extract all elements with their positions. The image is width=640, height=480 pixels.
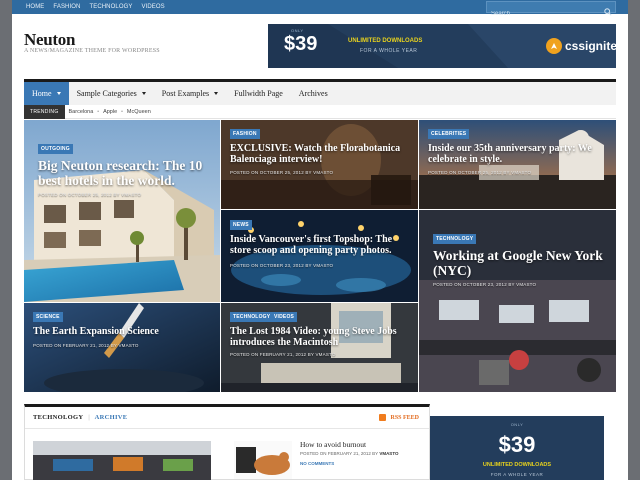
featured-tile[interactable]: TECHNOLOGY VIDEOS The Lost 1984 Video: y…: [221, 303, 418, 392]
post-title[interactable]: Working at Google New York (NYC): [433, 248, 609, 278]
site-tagline: A NEWS/MAGAZINE THEME FOR WORDPRESS: [24, 48, 160, 54]
post-title[interactable]: EXCLUSIVE: Watch the Florabotanica Balen…: [230, 143, 414, 165]
trending-separator: •: [97, 108, 100, 115]
top-nav-fashion[interactable]: FASHION: [53, 0, 80, 14]
banner-downloads: UNLIMITED DOWNLOADS: [348, 38, 423, 44]
post-thumbnail[interactable]: [234, 441, 292, 479]
post-title[interactable]: Inside our 35th anniversary party: We ce…: [428, 143, 612, 165]
post-meta: POSTED ON FEBRUARY 21, 2012 BY VMASTO: [300, 451, 398, 456]
trending-bar: TRENDING Barcelona • Apple • McQueen: [24, 104, 616, 119]
nav-item-label: Archives: [298, 89, 328, 98]
ad-price: $39: [498, 432, 536, 457]
post-title[interactable]: How to avoid burnout: [300, 440, 366, 449]
category-badge[interactable]: OUTGOING: [38, 144, 73, 154]
search-box: [486, 1, 616, 19]
post-title[interactable]: Big Neuton research: The 10 best hotels …: [38, 158, 214, 188]
nav-item-label: Home: [32, 89, 52, 98]
rss-icon: [379, 414, 387, 421]
nav-item-fullwidth-page[interactable]: Fullwidth Page: [226, 82, 291, 105]
featured-tile[interactable]: TECHNOLOGY Working at Google New York (N…: [419, 210, 616, 392]
featured-grid: OUTGOING Big Neuton research: The 10 bes…: [24, 120, 616, 392]
nav-item-label: Post Examples: [161, 89, 210, 98]
site-logo[interactable]: Neuton: [24, 30, 75, 50]
banner-price: $39: [284, 33, 318, 55]
top-bar: HOME FASHION TECHNOLOGY VIDEOS: [12, 0, 628, 19]
trending-label: TRENDING: [24, 104, 65, 119]
post-thumbnail[interactable]: [33, 441, 211, 480]
top-nav-home[interactable]: HOME: [26, 0, 44, 14]
office-photo: [33, 441, 211, 480]
top-nav-technology[interactable]: TECHNOLOGY: [89, 0, 132, 14]
section-separator: |: [88, 414, 90, 421]
rocket-icon: [546, 38, 562, 54]
post-title[interactable]: The Earth Expansion Science: [33, 326, 217, 337]
nav-item-label: Fullwidth Page: [234, 89, 283, 98]
page: HOME FASHION TECHNOLOGY VIDEOS Neuton A …: [12, 0, 628, 480]
technology-section: TECHNOLOGY | ARCHIVE RSS FEED How to avo…: [24, 404, 430, 480]
category-badge[interactable]: NEWS: [230, 220, 252, 230]
top-nav-videos[interactable]: VIDEOS: [141, 0, 164, 14]
rss-feed-link[interactable]: RSS FEED: [379, 414, 419, 421]
trending-tag[interactable]: Apple: [103, 109, 117, 115]
trending-separator: •: [121, 108, 123, 115]
ad-downloads: UNLIMITED DOWNLOADS: [482, 462, 552, 468]
top-nav: HOME FASHION TECHNOLOGY VIDEOS: [26, 0, 174, 14]
banner-period: FOR A WHOLE YEAR: [360, 48, 418, 54]
category-badge[interactable]: FASHION: [230, 129, 260, 139]
post-meta: POSTED ON FEBRUARY 21, 2012 BY VMASTO: [33, 343, 139, 348]
featured-tile[interactable]: CELEBRITIES Inside our 35th anniversary …: [419, 120, 616, 209]
banner-brand: cssigniter: [546, 38, 616, 54]
post-meta-date: POSTED ON FEBRUARY 21, 2012 BY: [300, 451, 379, 456]
post-meta: POSTED ON OCTOBER 25, 2012 BY VMASTO: [38, 192, 142, 197]
search-input[interactable]: [487, 9, 597, 19]
post-title[interactable]: Inside Vancouver's first Topshop: The st…: [230, 234, 414, 256]
post-meta: POSTED ON OCTOBER 25, 2012 BY VMASTO: [428, 170, 532, 175]
trending-tag[interactable]: McQueen: [127, 109, 151, 115]
sidebar-ad-banner[interactable]: ONLY $39 UNLIMITED DOWNLOADS FOR A WHOLE…: [430, 416, 604, 480]
nav-item-archives[interactable]: Archives: [291, 82, 336, 105]
ad-period: FOR A WHOLE YEAR: [490, 472, 544, 477]
nav-item-home[interactable]: Home: [24, 82, 69, 105]
featured-tile[interactable]: OUTGOING Big Neuton research: The 10 bes…: [24, 120, 220, 302]
category-badge[interactable]: VIDEOS: [271, 312, 298, 322]
post-meta: POSTED ON FEBRUARY 21, 2012 BY VMASTO: [230, 352, 336, 357]
chevron-down-icon: [56, 92, 61, 95]
post-meta: POSTED ON OCTOBER 23, 2012 BY VMASTO: [433, 282, 537, 287]
rss-label: RSS FEED: [390, 414, 419, 421]
category-badge[interactable]: TECHNOLOGY: [230, 312, 274, 322]
trending-tag[interactable]: Barcelona: [69, 109, 94, 115]
post-meta: POSTED ON OCTOBER 23, 2012 BY VMASTO: [230, 263, 334, 268]
chevron-down-icon: [214, 92, 219, 95]
post-author[interactable]: VMASTO: [379, 451, 398, 456]
nav-item-label: Sample Categories: [76, 89, 137, 98]
main-nav: Home Sample Categories Post Examples Ful…: [24, 79, 616, 105]
banner-brand-name: cssigniter: [565, 39, 616, 53]
nav-item-sample-categories[interactable]: Sample Categories: [69, 82, 154, 105]
section-header: TECHNOLOGY | ARCHIVE RSS FEED: [25, 407, 429, 429]
category-badge[interactable]: TECHNOLOGY: [433, 234, 477, 244]
section-title: TECHNOLOGY: [33, 414, 84, 421]
chevron-down-icon: [141, 92, 146, 95]
featured-tile[interactable]: SCIENCE The Earth Expansion Science POST…: [24, 303, 220, 392]
featured-tile[interactable]: NEWS Inside Vancouver's first Topshop: T…: [221, 210, 418, 302]
post-title[interactable]: The Lost 1984 Video: young Steve Jobs in…: [230, 326, 414, 348]
archive-link[interactable]: ARCHIVE: [95, 414, 128, 421]
laptop-photo: [234, 441, 292, 479]
category-badge[interactable]: SCIENCE: [33, 312, 63, 322]
ad-only-label: ONLY: [510, 422, 524, 427]
category-badge[interactable]: CELEBRITIES: [428, 129, 470, 139]
nav-item-post-examples[interactable]: Post Examples: [154, 82, 226, 105]
featured-tile[interactable]: FASHION EXCLUSIVE: Watch the Florabotani…: [221, 120, 418, 209]
search-icon[interactable]: [604, 3, 612, 21]
post-meta: POSTED ON OCTOBER 25, 2012 BY VMASTO: [230, 170, 334, 175]
comments-link[interactable]: NO COMMENTS: [300, 461, 334, 466]
header-ad-banner[interactable]: ONLY $39 UNLIMITED DOWNLOADS FOR A WHOLE…: [268, 24, 616, 68]
